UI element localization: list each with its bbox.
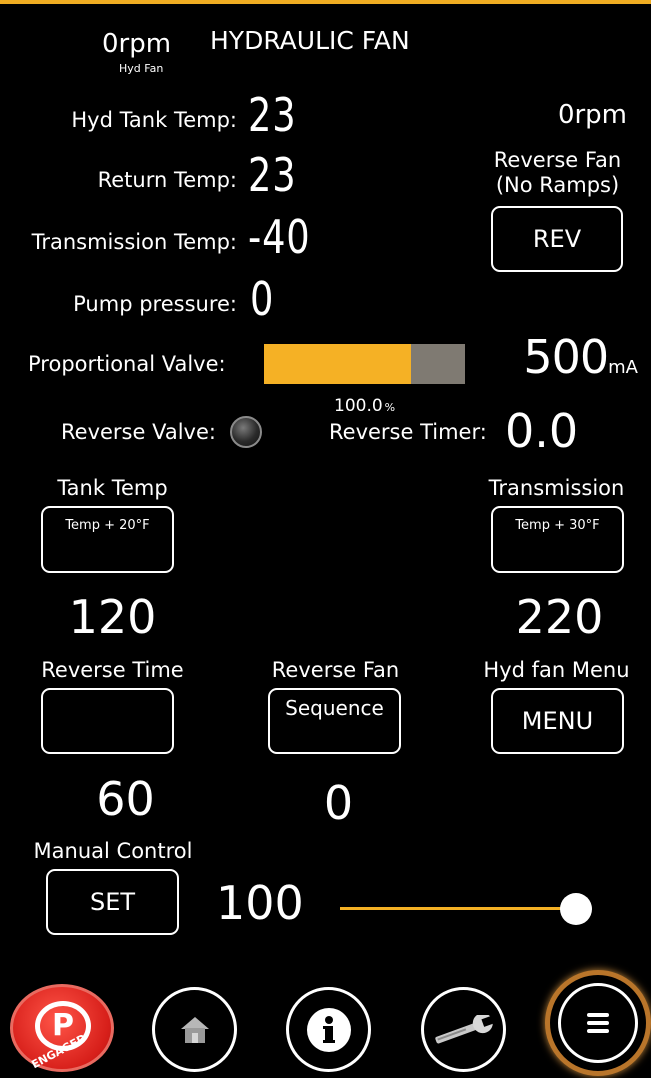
reverse-time-label: Reverse Time bbox=[41, 658, 184, 682]
rev-button-label: REV bbox=[532, 225, 582, 253]
proportional-valve-bar bbox=[264, 344, 465, 384]
manual-control-label: Manual Control bbox=[33, 839, 193, 863]
home-button[interactable] bbox=[152, 987, 237, 1072]
hamburger-menu-icon bbox=[587, 1013, 609, 1033]
menu-button-label: MENU bbox=[521, 707, 594, 735]
set-button[interactable]: SET bbox=[46, 869, 179, 935]
hydraulic-fan-screen: 0rpm Hyd Fan HYDRAULIC FAN 0rpm Hyd Tank… bbox=[0, 0, 651, 1078]
proportional-valve-percent-unit: % bbox=[384, 401, 396, 414]
fan-rpm-right: 0rpm bbox=[557, 100, 627, 130]
transmission-button-text: Temp + 30°F bbox=[515, 518, 600, 533]
manual-control-value: 100 bbox=[216, 876, 304, 930]
reverse-time-value: 60 bbox=[96, 772, 155, 826]
reverse-fan-sequence-button-text: Sequence bbox=[285, 696, 384, 720]
hyd-tank-temp-value: 23 bbox=[248, 88, 297, 142]
reverse-fan-label-line2: (No Ramps) bbox=[495, 173, 620, 197]
proportional-valve-label: Proportional Valve: bbox=[28, 352, 226, 376]
proportional-valve-current-unit: mA bbox=[608, 357, 638, 378]
transmission-value: 220 bbox=[515, 590, 604, 644]
reverse-timer-value: 0.0 bbox=[505, 404, 579, 458]
transmission-label: Transmission bbox=[488, 476, 625, 500]
proportional-valve-percent-value: 100.0 bbox=[334, 396, 383, 416]
proportional-valve-bar-fill bbox=[264, 344, 411, 384]
return-temp-value: 23 bbox=[248, 148, 297, 202]
page-title: HYDRAULIC FAN bbox=[210, 26, 410, 55]
slider-thumb[interactable] bbox=[560, 893, 592, 925]
top-accent-bar bbox=[0, 0, 651, 4]
reverse-fan-sequence-label: Reverse Fan bbox=[271, 658, 400, 682]
parking-brake-button[interactable]: P ENGAGED bbox=[10, 984, 114, 1072]
slider-fill bbox=[340, 907, 576, 910]
fan-rpm-caption: Hyd Fan bbox=[119, 62, 164, 75]
proportional-valve-percent: 100.0% bbox=[334, 396, 395, 416]
reverse-fan-label-line1: Reverse Fan bbox=[493, 148, 622, 172]
tank-temp-label: Tank Temp bbox=[57, 476, 168, 500]
reverse-fan-sequence-value: 0 bbox=[323, 776, 354, 830]
wrench-icon bbox=[434, 1014, 495, 1043]
reverse-fan-label: Reverse Fan (No Ramps) bbox=[480, 148, 635, 198]
tank-temp-value: 120 bbox=[68, 590, 157, 644]
reverse-valve-label: Reverse Valve: bbox=[61, 420, 216, 444]
reverse-time-button[interactable] bbox=[41, 688, 174, 754]
info-icon bbox=[306, 1007, 351, 1052]
manual-control-slider[interactable] bbox=[340, 893, 592, 925]
tools-button[interactable] bbox=[421, 987, 506, 1072]
reverse-timer-label: Reverse Timer: bbox=[329, 420, 487, 444]
pump-pressure-value: 0 bbox=[250, 272, 275, 326]
home-icon bbox=[180, 1016, 209, 1043]
main-menu-inner-ring bbox=[558, 983, 638, 1063]
transmission-temp-value: -40 bbox=[248, 210, 311, 264]
return-temp-label: Return Temp: bbox=[97, 168, 237, 192]
main-menu-button[interactable] bbox=[545, 970, 651, 1076]
hyd-fan-menu-label: Hyd fan Menu bbox=[483, 658, 630, 682]
pump-pressure-label: Pump pressure: bbox=[73, 292, 237, 316]
tank-temp-button-text: Temp + 20°F bbox=[65, 518, 150, 533]
proportional-valve-current-value: 500 bbox=[523, 330, 609, 384]
hyd-tank-temp-label: Hyd Tank Temp: bbox=[71, 108, 237, 132]
menu-button[interactable]: MENU bbox=[491, 688, 624, 754]
proportional-valve-current: 500mA bbox=[523, 330, 638, 384]
transmission-temp-label: Transmission Temp: bbox=[31, 230, 237, 254]
tank-temp-button[interactable]: Temp + 20°F bbox=[41, 506, 174, 573]
rev-button[interactable]: REV bbox=[491, 206, 623, 272]
reverse-fan-sequence-button[interactable]: Sequence bbox=[268, 688, 401, 754]
info-button[interactable] bbox=[286, 987, 371, 1072]
set-button-label: SET bbox=[89, 888, 136, 916]
fan-rpm-small: 0rpm bbox=[102, 29, 172, 59]
reverse-valve-indicator bbox=[230, 416, 262, 448]
transmission-button[interactable]: Temp + 30°F bbox=[491, 506, 624, 573]
